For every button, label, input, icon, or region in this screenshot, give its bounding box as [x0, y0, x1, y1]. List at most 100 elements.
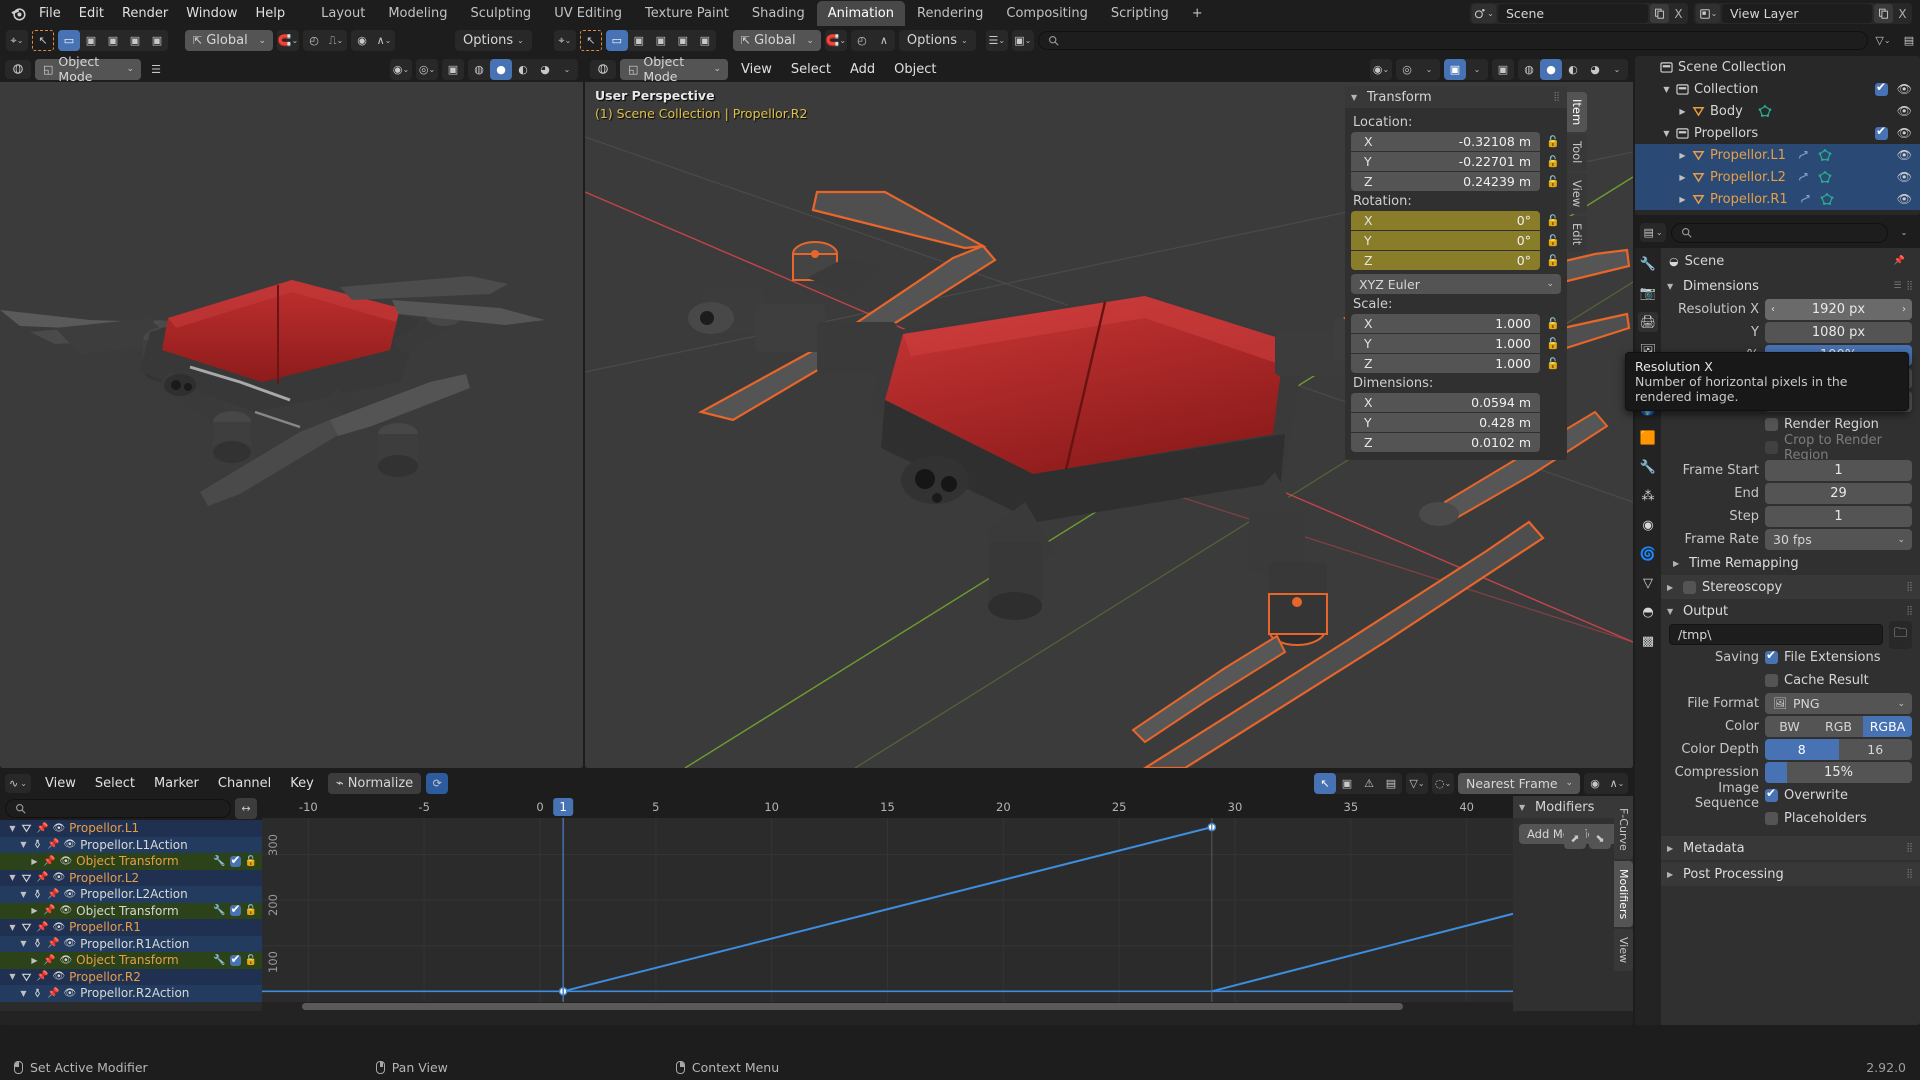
pin-icon[interactable]: 📌 — [36, 823, 48, 834]
viewport-menu-add[interactable]: Add — [841, 59, 884, 80]
shading-material-icon[interactable]: ◐ — [1562, 59, 1584, 80]
row-file-extensions[interactable]: Saving File Extensions — [1661, 646, 1920, 669]
outliner-row-propellors[interactable]: ▼ Propellors 👁 — [1635, 122, 1920, 144]
select-invert-icon-right[interactable]: ▣ — [672, 30, 694, 51]
channel-row-propellor-l1-0[interactable]: ▼ 📌 👁 Propellor.L1 — [0, 820, 262, 837]
outliner-row-scene-collection[interactable]: Scene Collection — [1635, 56, 1920, 78]
lock-rotation-x-icon[interactable]: 🔓 — [1545, 211, 1561, 230]
channel-label[interactable]: Object Transform — [76, 953, 179, 967]
row-frame-step[interactable]: Step 1 — [1661, 505, 1920, 528]
shading-solid-icon[interactable]: ● — [1540, 58, 1562, 80]
graph-menu-channel[interactable]: Channel — [209, 773, 280, 794]
snap-cursor-icon[interactable]: ⌖ ⌄ — [6, 30, 28, 51]
dim-stack-y[interactable]: Y 0.428 m — [1351, 413, 1540, 432]
outliner-display-mode[interactable]: ☰ ⌄ — [985, 30, 1008, 51]
properties-tab-data-icon[interactable]: ▽ — [1638, 573, 1658, 593]
menu-help[interactable]: Help — [247, 3, 295, 24]
viewport-left[interactable]: ◱ Object Mode ⌄ ☰ ◉ ⌄ ◎ ⌄ ▣ ◍ ● ◐ ◕ ⌄ — [0, 56, 583, 768]
viewlayer-name[interactable]: View Layer — [1722, 4, 1872, 23]
workspace-tab-scripting[interactable]: Scripting — [1100, 1, 1180, 26]
proportional-edit-graph[interactable]: ◌ ⌄ — [1432, 772, 1454, 794]
outliner-row-propellor-l1[interactable]: ▶ Propellor.L1 👁 — [1635, 144, 1920, 166]
channel-expand-icon[interactable]: ▼ — [8, 873, 17, 882]
channel-enable-checkbox[interactable] — [229, 853, 241, 867]
outliner-expand-icon[interactable]: ▶ — [1678, 173, 1687, 182]
graph-search-filter[interactable]: ▽ ⌄ — [1406, 772, 1428, 794]
workspace-tab-animation[interactable]: Animation — [816, 1, 905, 26]
modifier-icon[interactable]: 🔧 — [213, 905, 225, 916]
snap-closest-icon[interactable]: ◉ — [351, 30, 373, 51]
modifiers-collapse-icon[interactable]: ▼ — [1519, 803, 1529, 812]
properties-tab-output-icon[interactable]: 🖨 — [1638, 312, 1658, 332]
snap-mode-dropdown[interactable]: Nearest Frame ⌄ — [1458, 772, 1580, 794]
outliner-row-collection[interactable]: ▼ Collection 👁 — [1635, 78, 1920, 100]
rot-stack-y[interactable]: Y 0° — [1351, 231, 1540, 250]
channel-expand-icon[interactable]: ▼ — [19, 840, 28, 849]
stereoscopy-drag-handle[interactable]: ⣿ — [1906, 582, 1914, 592]
outliner-row-propellor-r1[interactable]: ▶ Propellor.R1 👁 — [1635, 188, 1920, 210]
outliner-expand-icon[interactable]: ▼ — [1662, 129, 1671, 138]
toggle-camera-icon[interactable]: ▣ — [1492, 59, 1514, 80]
channel-row-object-transform-2[interactable]: ▶ 📌 👁 Object Transform 🔧 🔓 — [0, 853, 262, 870]
select-subtract-icon-right[interactable]: ▣ — [650, 30, 672, 51]
editor-type-icon-main[interactable] — [590, 59, 616, 79]
channel-visibility-icon[interactable]: 👁 — [52, 922, 65, 933]
shading-rendered-icon[interactable]: ◕ — [1584, 59, 1606, 80]
loc-stack-x[interactable]: X -0.32108 m — [1351, 132, 1540, 151]
remove-scene-button[interactable]: X — [1671, 7, 1686, 21]
channel-label[interactable]: Propellor.R1 — [69, 920, 141, 934]
rot-stack-z[interactable]: Z 0° — [1351, 251, 1540, 270]
channel-label[interactable]: Object Transform — [76, 904, 179, 918]
cursor-tool-group-left[interactable]: ⌖ ⌄ — [6, 30, 28, 51]
fcurve-plot[interactable] — [262, 796, 1513, 1011]
channel-visibility-icon[interactable]: 👁 — [63, 889, 76, 900]
channel-label[interactable]: Propellor.L1 — [69, 821, 139, 835]
editor-type-icon-left[interactable] — [5, 59, 31, 79]
compression-slider[interactable]: 15% — [1765, 762, 1912, 783]
shading-wireframe-icon[interactable]: ◍ — [1518, 59, 1540, 80]
menu-window[interactable]: Window — [177, 3, 246, 24]
select-invert-icon[interactable]: ▣ — [124, 30, 146, 51]
frame-rate-dropdown[interactable]: 30 fps ⌄ — [1765, 529, 1912, 550]
proportional-falloff-icon-left[interactable]: ⎍ ⌄ — [325, 30, 347, 51]
row-color-depth[interactable]: Color Depth 8 16 — [1661, 738, 1920, 761]
xray-icon-left[interactable]: ▣ — [442, 59, 464, 80]
channel-row-object-transform-8[interactable]: ▶ 📌 👁 Object Transform 🔧 🔓 — [0, 952, 262, 969]
channel-label[interactable]: Propellor.R2 — [69, 970, 141, 984]
handle-type-icon[interactable]: ∧ ⌄ — [1606, 773, 1628, 794]
proportional-edit-icon-left[interactable]: ◴ — [303, 30, 325, 51]
scale-locks[interactable]: 🔓 🔓 🔓 — [1545, 314, 1561, 373]
menu-edit[interactable]: Edit — [70, 3, 113, 24]
cache-result-checkbox[interactable] — [1765, 674, 1778, 687]
viewport-menu-view[interactable]: View — [732, 59, 781, 80]
workspace-tab-compositing[interactable]: Compositing — [995, 1, 1099, 26]
rotation-fields[interactable]: X 0° Y 0° Z 0° — [1351, 211, 1540, 270]
row-color-mode[interactable]: Color BW RGB RGBA — [1661, 715, 1920, 738]
rotation-mode-dropdown[interactable]: XYZ Euler ⌄ — [1351, 274, 1561, 294]
row-overwrite[interactable]: Image Sequence Overwrite — [1661, 781, 1920, 811]
section-metadata-header[interactable]: ▶ Metadata ⣿ — [1661, 836, 1920, 860]
shading-material-icon-left[interactable]: ◐ — [512, 59, 534, 80]
show-gizmo-icon[interactable]: ◉ ⌄ — [1370, 59, 1392, 80]
render-region-checkbox[interactable] — [1765, 418, 1778, 431]
hide-in-viewport-icon[interactable]: 👁 — [1897, 192, 1912, 206]
pin-icon[interactable]: 📌 — [43, 856, 55, 867]
select-mode-group-left[interactable]: ▭ ▣ ▣ ▣ ▣ — [58, 30, 168, 51]
filter-funnel-icon[interactable]: ▽ ⌄ — [1406, 773, 1428, 794]
frame-end-field[interactable]: 29 — [1765, 483, 1912, 504]
channel-visibility-icon[interactable]: 👁 — [59, 955, 72, 966]
graph-sidebar-tab-view[interactable]: View — [1614, 928, 1633, 972]
channel-row-propellor-r1-6[interactable]: ▼ 📌 👁 Propellor.R1 — [0, 919, 262, 936]
outliner-expand-icon[interactable]: ▶ — [1678, 151, 1687, 160]
channel-width-toggle-icon[interactable]: ↔ — [235, 797, 257, 819]
section-time-remapping[interactable]: ▶ Time Remapping — [1661, 551, 1920, 575]
mesh-data-icon[interactable] — [1818, 149, 1832, 161]
graph-pivot-group[interactable]: ◉ ∧ ⌄ — [1584, 772, 1628, 794]
graph-sidebar[interactable]: ▼ Modifiers ⣿ Add Modifier⌄ ⬈ ⬊ F-CurveM… — [1513, 796, 1633, 1011]
color-mode-segmented[interactable]: BW RGB RGBA — [1765, 716, 1912, 737]
sidebar-tab-item[interactable]: Item — [1567, 92, 1587, 133]
graph-filter-toggles[interactable]: ↖ ▣ ⚠ ▤ — [1314, 772, 1402, 794]
lock-location-y-icon[interactable]: 🔓 — [1545, 152, 1561, 171]
channel-list[interactable]: ↔ ▼ 📌 👁 Propellor.L1 ▼ 📌 👁 Propellor.L1A… — [0, 796, 262, 1011]
transform-panel-header[interactable]: ▼ Transform ⣿ — [1345, 86, 1567, 108]
